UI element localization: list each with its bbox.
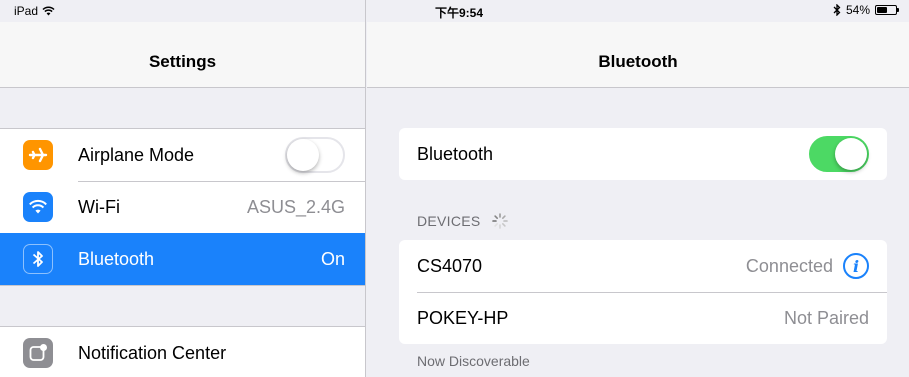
battery-percent: 54% xyxy=(845,3,870,17)
battery-fill xyxy=(877,7,887,13)
settings-group-connectivity: Airplane Mode Wi-Fi ASUS_2.4G Bluetooth … xyxy=(0,128,365,286)
airplane-mode-label: Airplane Mode xyxy=(78,144,195,165)
settings-row-wifi[interactable]: Wi-Fi ASUS_2.4G xyxy=(0,181,365,233)
settings-group-notifications: Notification Center xyxy=(0,326,365,377)
notification-center-icon xyxy=(23,338,53,368)
settings-pane: Settings Airplane Mode Wi-Fi ASUS_2.4G B… xyxy=(0,0,366,377)
notification-center-label: Notification Center xyxy=(78,342,227,363)
status-time: 下午9:54 xyxy=(435,6,484,20)
device-name: POKEY-HP xyxy=(417,307,509,328)
bluetooth-toggle-label: Bluetooth xyxy=(417,143,494,164)
device-row-pokey-hp[interactable]: POKEY-HP Not Paired xyxy=(399,292,887,344)
bluetooth-nav-bar: Bluetooth xyxy=(367,22,909,88)
bluetooth-icon xyxy=(23,244,53,274)
bluetooth-toggle[interactable] xyxy=(809,136,869,172)
bluetooth-title: Bluetooth xyxy=(598,52,678,71)
info-icon[interactable]: i xyxy=(843,253,869,279)
status-left: iPad xyxy=(14,4,55,18)
devices-header-label: DEVICES xyxy=(417,213,481,229)
bluetooth-status-icon xyxy=(833,4,841,16)
wifi-signal-icon xyxy=(42,6,55,16)
wifi-label: Wi-Fi xyxy=(78,196,120,217)
settings-row-airplane-mode[interactable]: Airplane Mode xyxy=(0,129,365,181)
airplane-mode-toggle[interactable] xyxy=(285,137,345,173)
status-bar: iPad 下午9:54 54% xyxy=(0,0,909,22)
settings-title: Settings xyxy=(148,52,217,71)
settings-row-bluetooth[interactable]: Bluetooth On xyxy=(0,233,365,285)
loading-spinner-icon xyxy=(491,213,508,229)
device-row-cs4070[interactable]: CS4070 Connected i xyxy=(399,240,887,292)
airplane-icon xyxy=(23,140,53,170)
bluetooth-state-value: On xyxy=(320,248,345,269)
status-right: 54% xyxy=(833,3,899,17)
bluetooth-toggle-row: Bluetooth xyxy=(399,128,887,180)
discoverable-note: Now Discoverable xyxy=(417,353,530,369)
settings-row-notification-center[interactable]: Notification Center xyxy=(0,327,365,377)
toggle-knob xyxy=(835,138,867,170)
wifi-network-value: ASUS_2.4G xyxy=(246,196,345,217)
device-name: CS4070 xyxy=(417,255,483,276)
wifi-icon xyxy=(23,192,53,222)
bluetooth-toggle-card: Bluetooth xyxy=(399,128,887,180)
devices-section-header: DEVICES xyxy=(417,212,509,230)
bluetooth-pane: Bluetooth Bluetooth DEVICES CS4070 Conne… xyxy=(367,0,909,377)
bluetooth-label: Bluetooth xyxy=(78,248,155,269)
settings-nav-bar: Settings xyxy=(0,22,365,88)
device-status-text: Connected xyxy=(745,255,833,276)
device-status: Not Paired xyxy=(784,308,869,329)
devices-list: CS4070 Connected i POKEY-HP Not Paired xyxy=(399,240,887,344)
device-name: iPad xyxy=(14,4,39,18)
toggle-knob xyxy=(287,139,319,171)
battery-icon xyxy=(875,5,899,15)
device-status: Connected i xyxy=(746,253,869,279)
device-status-text: Not Paired xyxy=(783,307,869,328)
